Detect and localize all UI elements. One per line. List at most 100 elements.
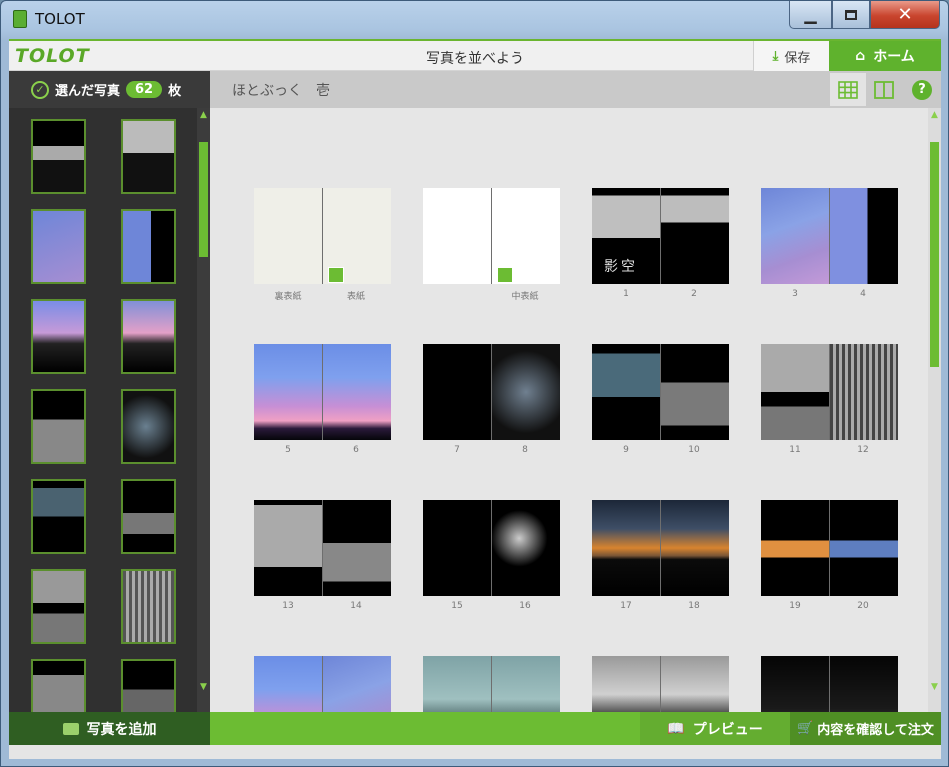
page-right-image bbox=[492, 656, 560, 712]
cart-icon: 🛒 bbox=[797, 721, 814, 736]
spread-fold-line bbox=[322, 188, 323, 284]
page-number-label: 16 bbox=[519, 601, 531, 611]
close-button[interactable]: ✕ bbox=[870, 1, 940, 29]
page-left-image bbox=[423, 344, 491, 440]
page-spread[interactable] bbox=[761, 188, 898, 284]
help-button[interactable]: ? bbox=[904, 73, 940, 106]
add-photo-icon bbox=[62, 722, 79, 735]
page-number-label: 13 bbox=[282, 601, 294, 611]
page-spread[interactable] bbox=[592, 656, 729, 712]
spread-fold-line bbox=[322, 500, 323, 596]
spread-fold-line bbox=[322, 656, 323, 712]
maximize-icon bbox=[845, 9, 857, 20]
spread-fold-line bbox=[829, 656, 830, 712]
photo-thumbnail[interactable] bbox=[121, 299, 176, 374]
grid-view-button[interactable] bbox=[830, 73, 866, 106]
page-left-image bbox=[761, 500, 829, 596]
spread-fold-line bbox=[491, 656, 492, 712]
page-left-image bbox=[761, 188, 829, 284]
page-spread[interactable] bbox=[423, 344, 560, 440]
main-scroll-up-icon[interactable]: ▲ bbox=[928, 108, 941, 122]
page-right-image bbox=[492, 344, 560, 440]
book-spread-icon bbox=[874, 80, 894, 99]
photo-thumbnail[interactable] bbox=[31, 209, 86, 284]
selected-prefix: 選んだ写真 bbox=[55, 84, 121, 99]
page-spread[interactable] bbox=[423, 656, 560, 712]
page-number-label: 9 bbox=[623, 445, 629, 455]
home-button[interactable]: ⌂ ホーム bbox=[829, 41, 941, 71]
confirm-order-button[interactable]: 🛒 内容を確認して注文 bbox=[790, 712, 941, 745]
window-title: TOLOT bbox=[35, 10, 85, 28]
photo-list-scrollbar[interactable]: ▲ ▼ bbox=[197, 108, 210, 712]
selected-suffix: 枚 bbox=[168, 84, 182, 99]
spread-grid-scrollbar[interactable]: ▲ ▼ bbox=[928, 108, 941, 712]
page-spread[interactable] bbox=[761, 344, 898, 440]
album-name[interactable]: ほとぶっく 壱 bbox=[232, 80, 330, 100]
photo-thumbnail[interactable] bbox=[121, 569, 176, 644]
page-left-image bbox=[423, 188, 491, 284]
photo-thumbnail[interactable] bbox=[121, 119, 176, 194]
photo-thumbnail[interactable] bbox=[31, 119, 86, 194]
page-left-image bbox=[592, 500, 660, 596]
edit-cover-icon[interactable] bbox=[497, 267, 513, 283]
photo-thumbnail[interactable] bbox=[121, 389, 176, 464]
preview-label: プレビュー bbox=[692, 721, 763, 738]
page-spread[interactable]: 影空 bbox=[592, 188, 729, 284]
home-label: ホーム bbox=[873, 49, 915, 65]
photo-thumbnail[interactable] bbox=[121, 479, 176, 554]
spread-view-button[interactable] bbox=[866, 73, 902, 106]
spread-fold-line bbox=[491, 344, 492, 440]
page-number-label: 5 bbox=[285, 445, 291, 455]
page-spread[interactable] bbox=[254, 656, 391, 712]
app-icon bbox=[13, 10, 27, 28]
page-right-image bbox=[830, 344, 898, 440]
scroll-up-icon[interactable]: ▲ bbox=[197, 108, 210, 122]
main-scroll-down-icon[interactable]: ▼ bbox=[928, 680, 941, 694]
page-right-image bbox=[830, 188, 898, 284]
page-spread[interactable] bbox=[423, 500, 560, 596]
preview-button[interactable]: 📖 プレビュー bbox=[640, 712, 790, 745]
cover-title-text: 影空 bbox=[604, 259, 638, 275]
photo-thumbnail[interactable] bbox=[31, 659, 86, 712]
app-client: TOLOT 写真を並べよう ⤓ 保存 ⌂ ホーム ✓ 選んだ写真 62 枚 ほと… bbox=[9, 39, 941, 759]
photo-list-panel: ▲ ▼ bbox=[9, 108, 210, 712]
page-spread[interactable] bbox=[254, 188, 391, 284]
page-spread[interactable] bbox=[592, 344, 729, 440]
check-icon: ✓ bbox=[31, 80, 49, 99]
page-spread[interactable] bbox=[761, 656, 898, 712]
save-label: 保存 bbox=[784, 50, 811, 66]
photo-list-scroll-thumb[interactable] bbox=[199, 142, 208, 257]
photo-thumbnail[interactable] bbox=[31, 479, 86, 554]
photo-thumbnail[interactable] bbox=[31, 299, 86, 374]
bottom-bar-spacer bbox=[210, 712, 640, 745]
spread-fold-line bbox=[829, 344, 830, 440]
book-icon: 📖 bbox=[667, 720, 685, 737]
page-number-label: 11 bbox=[789, 445, 801, 455]
edit-cover-icon[interactable] bbox=[328, 267, 344, 283]
page-left-image bbox=[592, 344, 660, 440]
save-button[interactable]: ⤓ 保存 bbox=[753, 41, 829, 71]
page-number-label: 14 bbox=[350, 601, 362, 611]
maximize-button[interactable] bbox=[832, 1, 870, 29]
page-spread[interactable] bbox=[761, 500, 898, 596]
photo-thumbnail[interactable] bbox=[121, 209, 176, 284]
title-bar[interactable]: TOLOT ▁ ✕ bbox=[1, 1, 948, 39]
page-spread[interactable] bbox=[254, 500, 391, 596]
scroll-down-icon[interactable]: ▼ bbox=[197, 680, 210, 694]
photo-thumbnail[interactable] bbox=[31, 569, 86, 644]
page-spread[interactable] bbox=[592, 500, 729, 596]
spread-grid-scroll-thumb[interactable] bbox=[930, 142, 939, 367]
photo-thumbnail[interactable] bbox=[121, 659, 176, 712]
page-right-image bbox=[661, 344, 729, 440]
page-right-image bbox=[661, 656, 729, 712]
page-spread[interactable] bbox=[254, 344, 391, 440]
minimize-icon: ▁ bbox=[804, 5, 817, 24]
add-photo-button[interactable]: 写真を追加 bbox=[9, 712, 210, 745]
photo-thumbnail[interactable] bbox=[31, 389, 86, 464]
spread-fold-line bbox=[660, 188, 661, 284]
page-right-image bbox=[830, 656, 898, 712]
page-spread[interactable] bbox=[423, 188, 560, 284]
app-header: TOLOT 写真を並べよう ⤓ 保存 ⌂ ホーム bbox=[9, 39, 941, 71]
minimize-button[interactable]: ▁ bbox=[789, 1, 832, 29]
close-icon: ✕ bbox=[897, 4, 913, 25]
